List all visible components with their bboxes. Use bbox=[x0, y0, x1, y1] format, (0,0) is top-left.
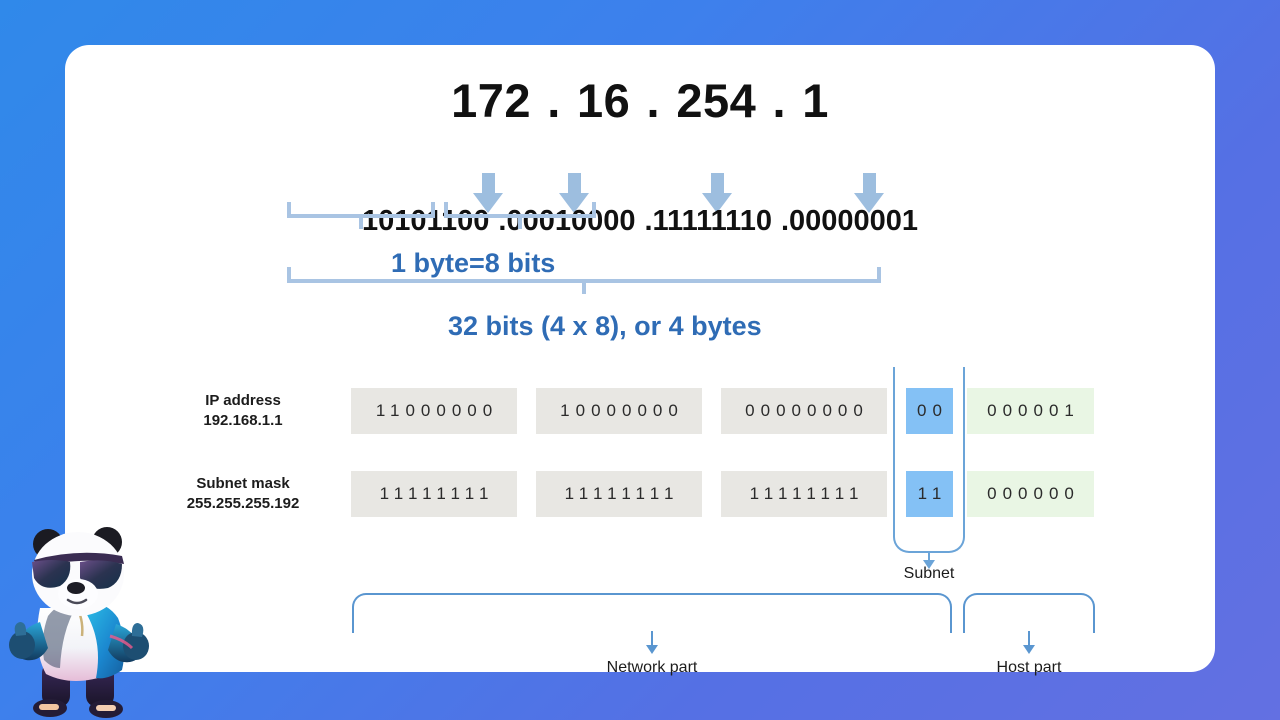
mask-byte-2-cell: 11111111 bbox=[536, 471, 702, 517]
binary-octet-3: 11111110 bbox=[652, 205, 772, 237]
ip-host-bits-cell: 000001 bbox=[967, 388, 1094, 434]
total-bits-label: 32 bits (4 x 8), or 4 bytes bbox=[448, 311, 762, 341]
decimal-separator-3: . bbox=[772, 74, 787, 127]
subnet-mask-label-line2: 255.255.255.192 bbox=[186, 495, 300, 513]
decimal-octet-4: 1 bbox=[802, 74, 829, 127]
binary-ip-row: 10101100 . 00010000 . 11111110 . 0000000… bbox=[65, 205, 1215, 238]
panda-mascot bbox=[9, 527, 149, 718]
panda-nose bbox=[67, 582, 85, 594]
decimal-octet-3: 254 bbox=[676, 74, 757, 127]
decimal-octet-2: 16 bbox=[577, 74, 631, 127]
binary-separator-3: . bbox=[780, 205, 790, 237]
binary-separator-2: . bbox=[644, 205, 653, 237]
ip-byte-2-cell: 10000000 bbox=[536, 388, 702, 434]
decimal-ip-row: 172 . 16 . 254 . 1 bbox=[65, 73, 1215, 128]
byte-bracket-1 bbox=[287, 202, 435, 229]
network-part-label: Network part bbox=[606, 659, 698, 676]
content-card: 172 . 16 . 254 . 1 10101100 . 00010000 .… bbox=[65, 45, 1215, 676]
host-part-label: Host part bbox=[996, 659, 1062, 676]
mask-byte-3-cell: 11111111 bbox=[721, 471, 887, 517]
row-label-subnet-mask: Subnet mask 255.255.255.192 bbox=[148, 474, 338, 515]
mask-host-bits-cell: 000000 bbox=[967, 471, 1094, 517]
panda-shoe-sole-left bbox=[39, 704, 59, 710]
total-bits-bracket bbox=[287, 267, 881, 294]
decimal-separator-1: . bbox=[547, 74, 561, 127]
ip-address-label-line2: 192.168.1.1 bbox=[203, 412, 283, 430]
ip-address-label-line1: IP address bbox=[205, 392, 281, 409]
ip-byte-1-cell: 11000000 bbox=[351, 388, 517, 434]
decimal-octet-1: 172 bbox=[451, 74, 532, 127]
binary-octet-4: 00000001 bbox=[789, 205, 919, 237]
byte-bracket-2 bbox=[444, 202, 596, 229]
panda-thumb-right bbox=[131, 623, 144, 637]
panda-thumb-left bbox=[14, 622, 27, 636]
decimal-separator-2: . bbox=[646, 74, 661, 127]
ip-byte-3-cell: 00000000 bbox=[721, 388, 887, 434]
panda-shoe-sole-right bbox=[96, 705, 116, 711]
subnet-callout-label: Subnet bbox=[903, 565, 955, 582]
subnet-mask-label-line1: Subnet mask bbox=[196, 475, 290, 492]
subnet-callout-outline bbox=[893, 367, 965, 553]
row-label-ip-address: IP address 192.168.1.1 bbox=[148, 391, 338, 432]
mask-byte-1-cell: 11111111 bbox=[351, 471, 517, 517]
